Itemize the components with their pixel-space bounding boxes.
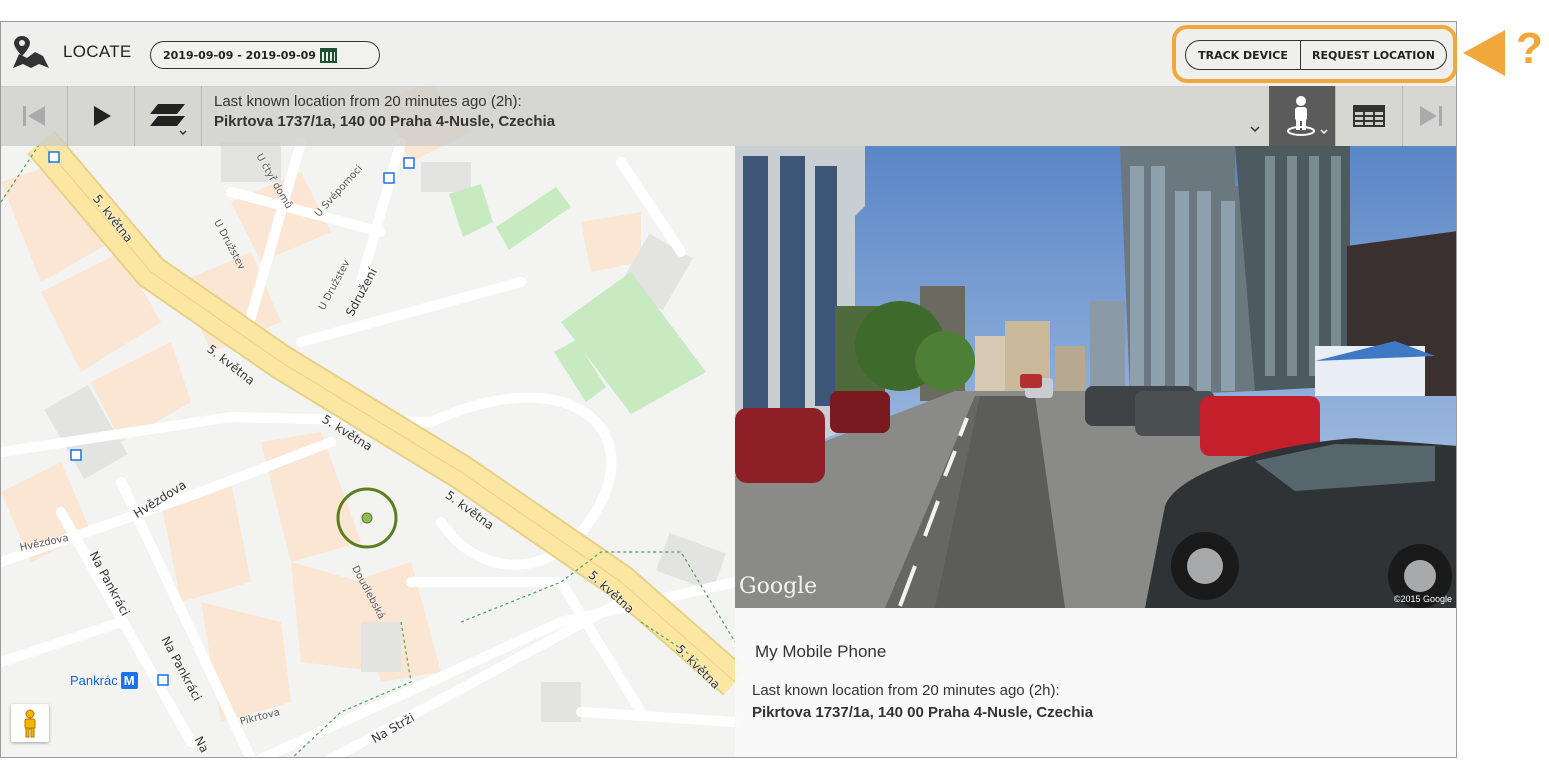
pointer-arrow-icon — [1463, 30, 1505, 76]
skip-end-icon — [1419, 106, 1442, 126]
street-view-image — [735, 146, 1456, 608]
layers-button[interactable] — [135, 86, 201, 146]
pegman-icon — [24, 709, 36, 738]
date-range-picker[interactable]: 2019-09-09 - 2019-09-09 — [150, 41, 380, 69]
calendar-icon — [319, 47, 337, 63]
copyright-text: ©2015 Google — [1393, 594, 1452, 604]
chevron-down-icon — [1250, 126, 1260, 133]
metro-station-name: Pankrác — [70, 673, 118, 688]
info-location-caption: Last known location from 20 minutes ago … — [752, 682, 1060, 699]
table-icon — [1353, 105, 1385, 127]
locate-widget: 5. května 5. května 5. května 5. května … — [0, 21, 1457, 758]
table-view-button[interactable] — [1336, 86, 1402, 146]
metro-icon: M — [120, 672, 138, 689]
person-icon — [1287, 96, 1328, 136]
street-view-panel[interactable]: Google ©2015 Google — [735, 146, 1456, 608]
skip-start-icon — [23, 106, 45, 126]
skip-start-button[interactable] — [1, 86, 67, 146]
layers-icon — [150, 104, 187, 136]
device-info-panel: My Mobile Phone Last known location from… — [735, 608, 1456, 757]
page-title: LOCATE — [63, 42, 132, 61]
location-dot — [361, 512, 373, 524]
toolbar-location-address: Pikrtova 1737/1a, 140 00 Praha 4-Nusle, … — [214, 113, 556, 130]
skip-end-button[interactable] — [1403, 86, 1456, 146]
toolbar-location-caption: Last known location from 20 minutes ago … — [214, 93, 522, 110]
google-watermark: Google — [739, 574, 818, 599]
pegman-button[interactable] — [11, 704, 49, 742]
help-question-mark: ? — [1516, 24, 1543, 73]
street-view-toggle-button[interactable] — [1269, 86, 1335, 146]
date-range-value: 2019-09-09 - 2019-09-09 — [163, 48, 316, 62]
playback-toolbar: Last known location from 20 minutes ago … — [1, 86, 1456, 146]
device-name: My Mobile Phone — [755, 642, 887, 661]
view-dropdown-toggle[interactable] — [1243, 86, 1267, 146]
info-location-address: Pikrtova 1737/1a, 140 00 Praha 4-Nusle, … — [752, 704, 1094, 721]
play-icon — [94, 106, 111, 126]
highlight-frame — [1172, 25, 1457, 83]
metro-station-label: Pankrác M — [70, 672, 138, 689]
locate-map-icon — [13, 36, 49, 68]
play-button[interactable] — [68, 86, 134, 146]
